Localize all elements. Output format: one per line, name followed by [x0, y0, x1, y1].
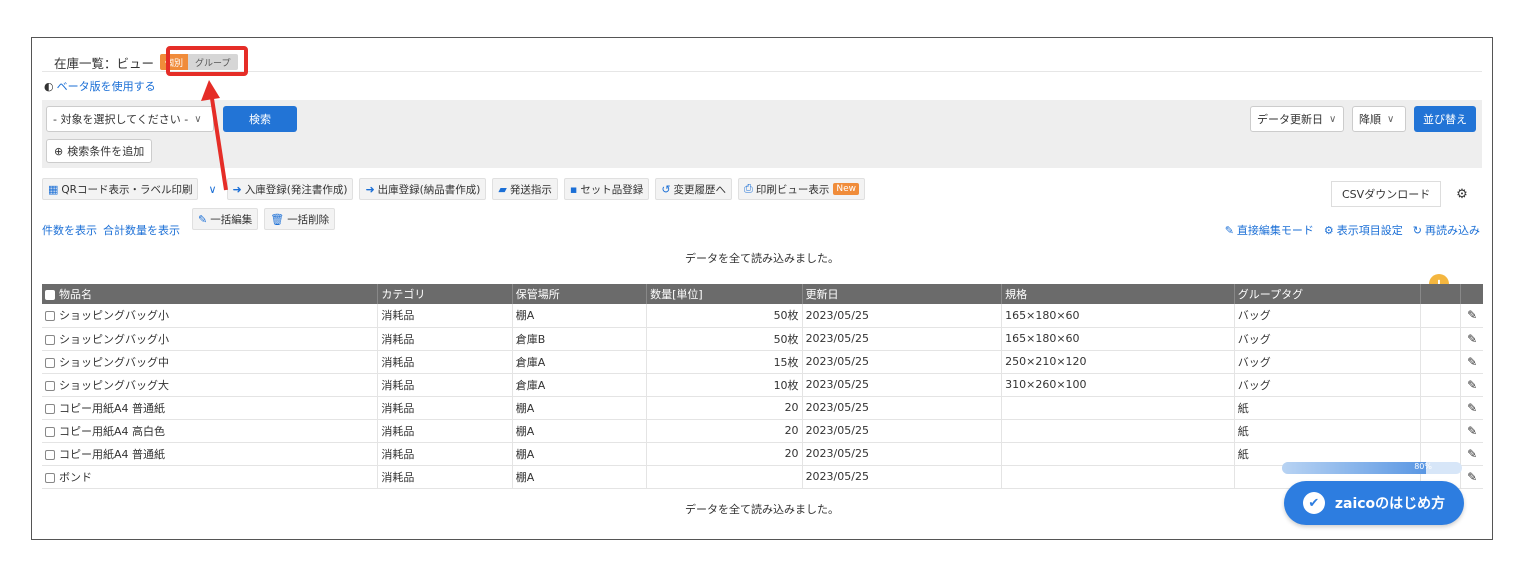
- annotation-arrow: [201, 80, 228, 191]
